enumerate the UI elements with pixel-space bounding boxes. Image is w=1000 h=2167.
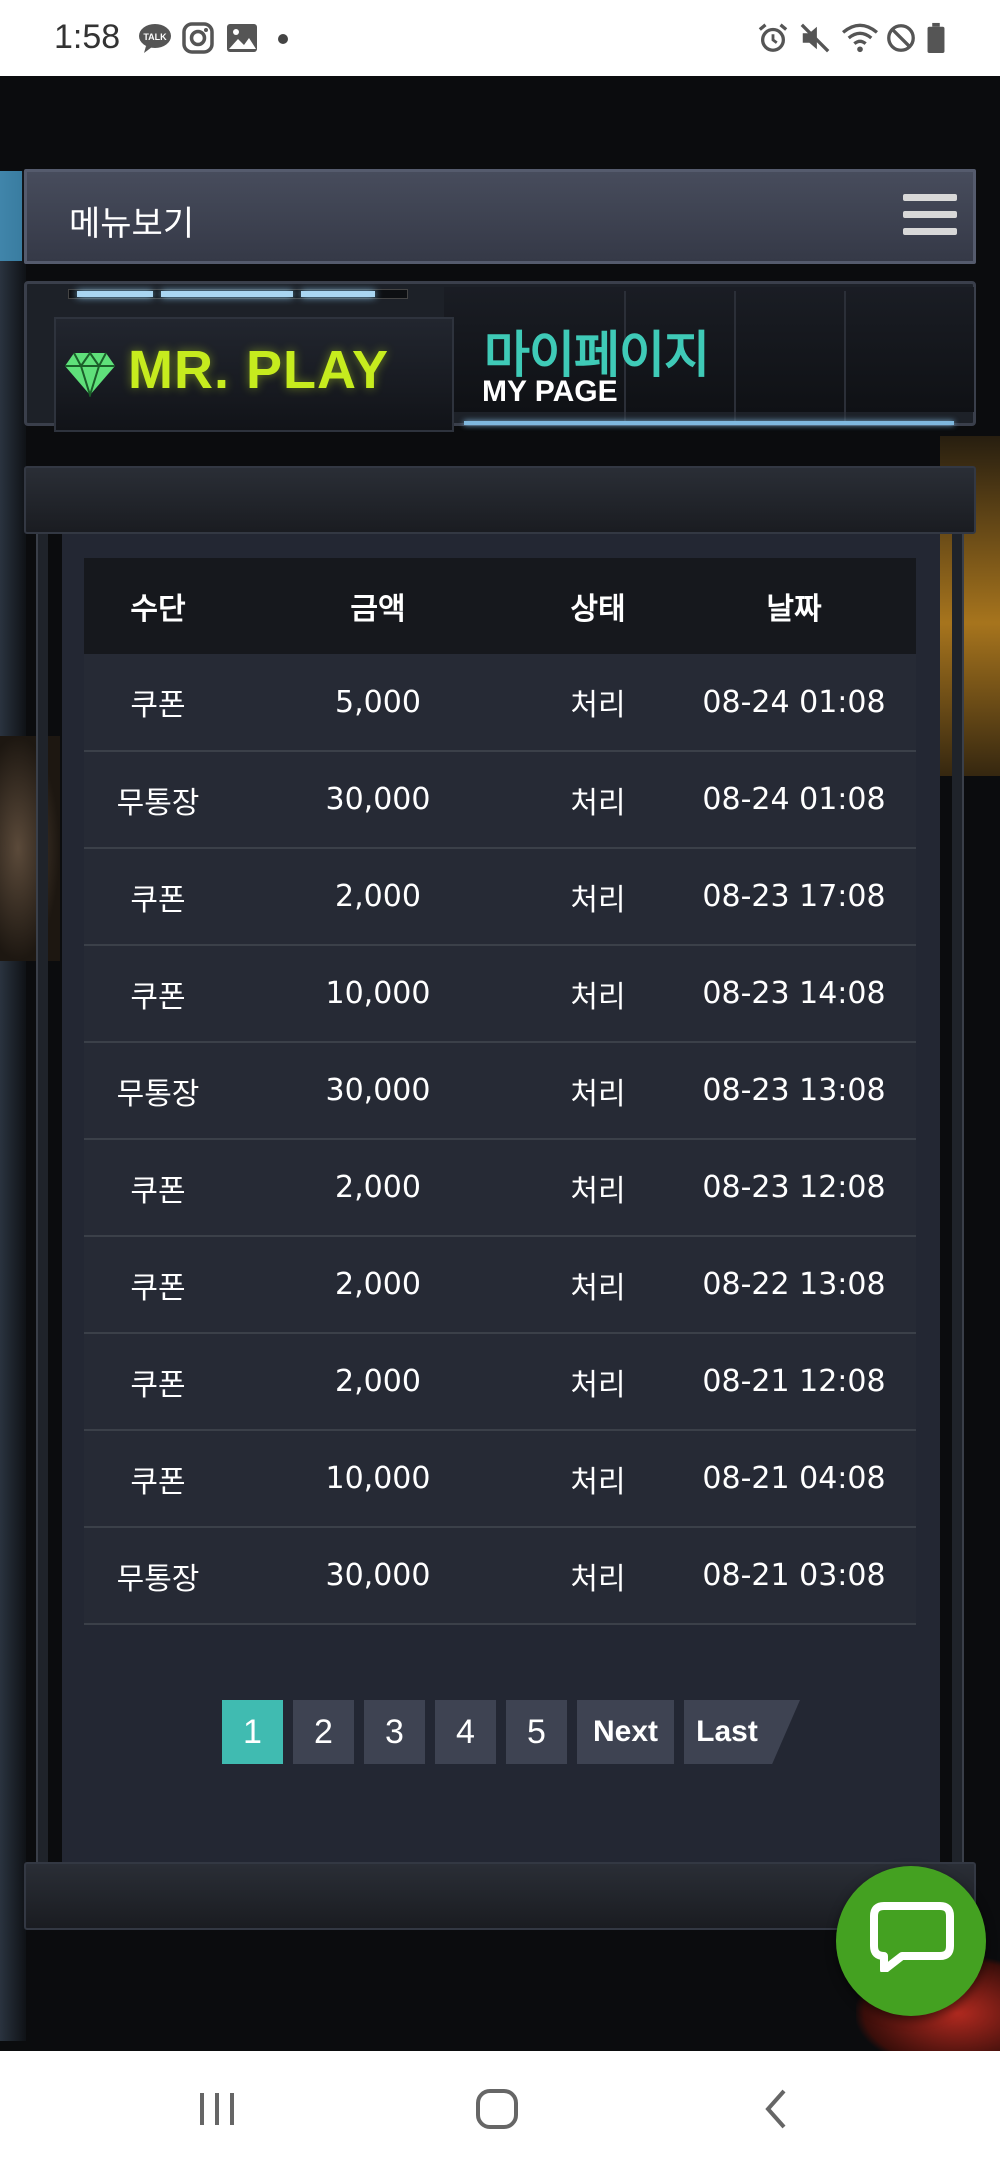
back-icon[interactable] (742, 2079, 812, 2139)
notification-dot (278, 34, 288, 44)
cell-amount: 2,000 (335, 1267, 421, 1302)
battery-icon (927, 22, 945, 54)
table-header-row: 수단 금액 상태 날짜 (84, 558, 916, 654)
column-header-date: 날짜 (766, 592, 822, 627)
cell-amount: 2,000 (335, 1170, 421, 1205)
cell-amount: 30,000 (325, 1558, 431, 1593)
cell-method: 쿠폰 (130, 979, 186, 1015)
cell-amount: 2,000 (335, 879, 421, 914)
cell-date: 08-23 17:08 (702, 879, 886, 914)
live-chat-button[interactable] (836, 1866, 986, 2016)
cell-date: 08-21 03:08 (702, 1558, 886, 1593)
table-row: 쿠폰 2,000 처리 08-23 12:08 (84, 1139, 916, 1236)
cell-method: 쿠폰 (130, 688, 186, 723)
table-row: 쿠폰 5,000 처리 08-24 01:08 (84, 654, 916, 751)
bottom-rail (24, 1862, 976, 1930)
cell-method: 쿠폰 (130, 1464, 186, 1500)
table-row: 쿠폰 2,000 처리 08-23 17:08 (84, 848, 916, 945)
alarm-icon (758, 23, 788, 52)
page-button-2[interactable]: 2 (293, 1700, 354, 1764)
top-rail (24, 466, 976, 534)
page-content: 메뉴보기 MR. PLAY 마이페이지 MY PAGE 수단 금액 상태 날짜 … (0, 76, 1000, 2051)
cell-date: 08-21 12:08 (702, 1364, 886, 1399)
header-lights (68, 289, 408, 299)
cell-method: 무통장 (116, 1561, 200, 1597)
cell-method: 쿠폰 (130, 1270, 186, 1306)
recent-apps-icon[interactable] (182, 2079, 252, 2139)
page-header: MR. PLAY 마이페이지 MY PAGE (24, 281, 976, 441)
background-figure (0, 736, 60, 961)
next-page-button[interactable]: Next (577, 1700, 674, 1764)
wifi-icon (842, 23, 878, 53)
cell-method: 쿠폰 (130, 882, 186, 918)
page-button-5[interactable]: 5 (506, 1700, 567, 1764)
cell-method: 무통장 (116, 785, 200, 821)
table-row: 쿠폰 10,000 처리 08-21 04:08 (84, 1430, 916, 1527)
system-nav-bar (0, 2051, 1000, 2167)
cell-amount: 10,000 (325, 1461, 431, 1496)
cell-amount: 30,000 (325, 1073, 431, 1108)
cell-date: 08-23 12:08 (702, 1170, 886, 1205)
cell-status: 처리 (570, 1270, 626, 1306)
chat-bubble-icon (870, 1902, 954, 1972)
hamburger-menu-icon[interactable] (903, 194, 957, 240)
column-header-amount: 금액 (350, 592, 406, 627)
cell-status: 처리 (570, 1076, 626, 1112)
cell-status: 처리 (570, 688, 626, 723)
cell-date: 08-24 01:08 (702, 684, 886, 720)
svg-text:TALK: TALK (143, 32, 167, 42)
cell-date: 08-23 14:08 (702, 976, 886, 1011)
cell-status: 처리 (570, 785, 626, 821)
cell-date: 08-21 04:08 (702, 1461, 886, 1496)
history-table: 수단 금액 상태 날짜 쿠폰 5,000 처리 08-24 01:08 무통장 30,0… (84, 558, 916, 1625)
cell-date: 08-22 13:08 (702, 1267, 886, 1302)
panel-edge (952, 534, 964, 1862)
left-decoration (0, 171, 26, 2041)
cell-method: 쿠폰 (130, 1173, 186, 1209)
cell-status: 처리 (570, 1464, 626, 1500)
page-button-4[interactable]: 4 (435, 1700, 496, 1764)
status-time: 1:58 (54, 18, 121, 56)
table-row: 무통장 30,000 처리 08-24 01:08 (84, 751, 916, 848)
last-page-button[interactable]: Last (684, 1700, 800, 1764)
cell-status: 처리 (570, 882, 626, 918)
cell-amount: 30,000 (325, 782, 431, 817)
column-header-status: 상태 (570, 592, 626, 627)
table-row: 쿠폰 2,000 처리 08-21 12:08 (84, 1333, 916, 1430)
table-row: 무통장 30,000 처리 08-21 03:08 (84, 1527, 916, 1624)
column-header-method: 수단 (130, 592, 186, 627)
pagination: 1 2 3 4 5 Next Last (222, 1700, 800, 1764)
mute-icon (800, 23, 830, 53)
menu-bar[interactable]: 메뉴보기 (24, 169, 976, 264)
cell-status: 처리 (570, 1561, 626, 1597)
table-row: 쿠폰 2,000 처리 08-22 13:08 (84, 1236, 916, 1333)
cell-status: 처리 (570, 979, 626, 1015)
cell-amount: 10,000 (325, 976, 431, 1011)
panel-edge (36, 534, 48, 1862)
cell-method: 무통장 (116, 1076, 200, 1112)
dnd-icon (887, 24, 915, 52)
status-bar: 1:58 TALK (0, 0, 1000, 76)
gallery-icon (227, 24, 257, 52)
cell-amount: 2,000 (335, 1364, 421, 1399)
cell-date: 08-24 01:08 (702, 782, 886, 817)
brand-logo[interactable]: MR. PLAY (128, 339, 389, 401)
cell-date: 08-23 13:08 (702, 1073, 886, 1108)
title-underline (464, 421, 954, 425)
table-row: 쿠폰 10,000 처리 08-23 14:08 (84, 945, 916, 1042)
page-button-1[interactable]: 1 (222, 1700, 283, 1764)
cell-method: 쿠폰 (130, 1367, 186, 1403)
cell-status: 처리 (570, 1367, 626, 1403)
cell-status: 처리 (570, 1173, 626, 1209)
instagram-icon (182, 22, 214, 54)
kakaotalk-icon: TALK (139, 24, 171, 53)
cell-amount: 5,000 (335, 684, 421, 720)
page-button-3[interactable]: 3 (364, 1700, 425, 1764)
menu-label: 메뉴보기 (69, 204, 195, 244)
home-icon[interactable] (462, 2079, 532, 2139)
page-subtitle: MY PAGE (482, 375, 618, 408)
table-row: 무통장 30,000 처리 08-23 13:08 (84, 1042, 916, 1139)
diamond-icon (65, 351, 115, 397)
